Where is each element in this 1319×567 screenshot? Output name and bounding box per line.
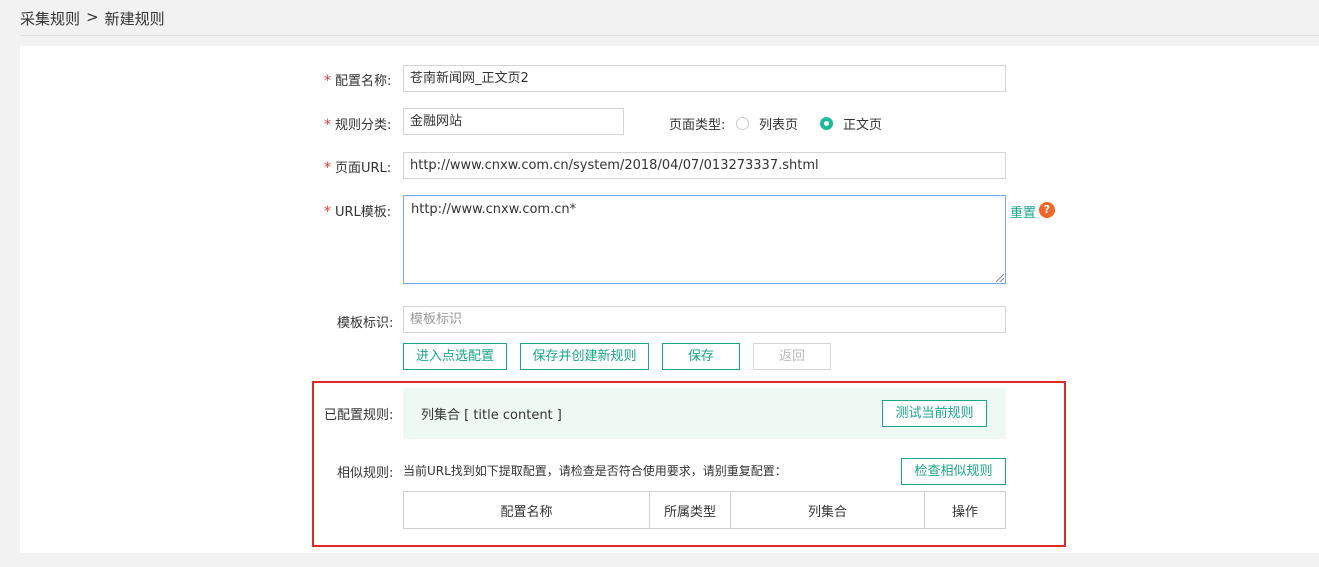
radio-circle-icon bbox=[736, 117, 749, 130]
back-button[interactable]: 返回 bbox=[753, 343, 831, 370]
name-input[interactable]: 苍南新闻网_正文页2 bbox=[403, 65, 1006, 92]
required-mark: * bbox=[324, 117, 331, 133]
configured-rules-label: 已配置规则: bbox=[324, 408, 394, 423]
column-header: 配置名称 bbox=[404, 492, 650, 528]
page-type-radio-group: 列表页 正文页 bbox=[736, 114, 904, 133]
enter-select-config-button[interactable]: 进入点选配置 bbox=[403, 343, 507, 370]
reset-link[interactable]: 重置 bbox=[1010, 202, 1036, 221]
similar-rules-table: 配置名称 所属类型 列集合 操作 bbox=[403, 491, 1006, 529]
breadcrumb-current: 新建规则 bbox=[104, 10, 165, 28]
category-input[interactable]: 金融网站 bbox=[403, 108, 624, 135]
required-mark: * bbox=[324, 204, 331, 220]
page-type-label: 页面类型: bbox=[669, 118, 726, 133]
category-label: * 规则分类: bbox=[324, 117, 392, 133]
column-header: 操作 bbox=[951, 504, 978, 520]
save-button[interactable]: 保存 bbox=[662, 343, 740, 370]
check-similar-rules-button[interactable]: 检查相似规则 bbox=[901, 458, 1006, 485]
breadcrumb-root[interactable]: 采集规则 bbox=[20, 8, 80, 29]
radio-article-page[interactable]: 正文页 bbox=[820, 114, 882, 133]
test-current-rule-button[interactable]: 测试当前规则 bbox=[882, 400, 987, 427]
template-tag-label: 模板标识: bbox=[337, 316, 394, 331]
breadcrumb-separator: > bbox=[86, 8, 99, 26]
column-header: 所属类型 bbox=[650, 492, 731, 528]
breadcrumb: 采集规则 > 新建规则 bbox=[20, 8, 165, 29]
url-template-textarea[interactable]: http://www.cnxw.com.cn* bbox=[403, 195, 1006, 284]
radio-checked-icon bbox=[820, 117, 834, 130]
save-and-create-button[interactable]: 保存并创建新规则 bbox=[520, 343, 649, 370]
help-icon[interactable]: ? bbox=[1039, 202, 1055, 218]
similar-rules-hint: 当前URL找到如下提取配置，请检查是否符合使用要求，请别重复配置： bbox=[403, 464, 787, 478]
required-mark: * bbox=[324, 73, 331, 89]
name-label: * 配置名称: bbox=[324, 73, 392, 89]
similar-rules-label: 相似规则: bbox=[337, 466, 394, 481]
page-url-input[interactable]: http://www.cnxw.com.cn/system/2018/04/07… bbox=[403, 152, 1006, 179]
page-url-label: * 页面URL: bbox=[324, 160, 392, 176]
top-bar: 采集规则 > 新建规则 bbox=[0, 0, 1319, 36]
configured-rules-text: 列集合 [ title content ] bbox=[421, 408, 562, 423]
column-header: 列集合 bbox=[731, 492, 925, 528]
template-tag-input[interactable]: 模板标识 bbox=[403, 306, 1006, 333]
resize-grip-icon[interactable] bbox=[996, 274, 1004, 282]
divider bbox=[20, 35, 1319, 36]
url-template-label: * URL模板: bbox=[324, 204, 392, 220]
required-mark: * bbox=[324, 160, 331, 176]
radio-list-page[interactable]: 列表页 bbox=[736, 114, 798, 133]
